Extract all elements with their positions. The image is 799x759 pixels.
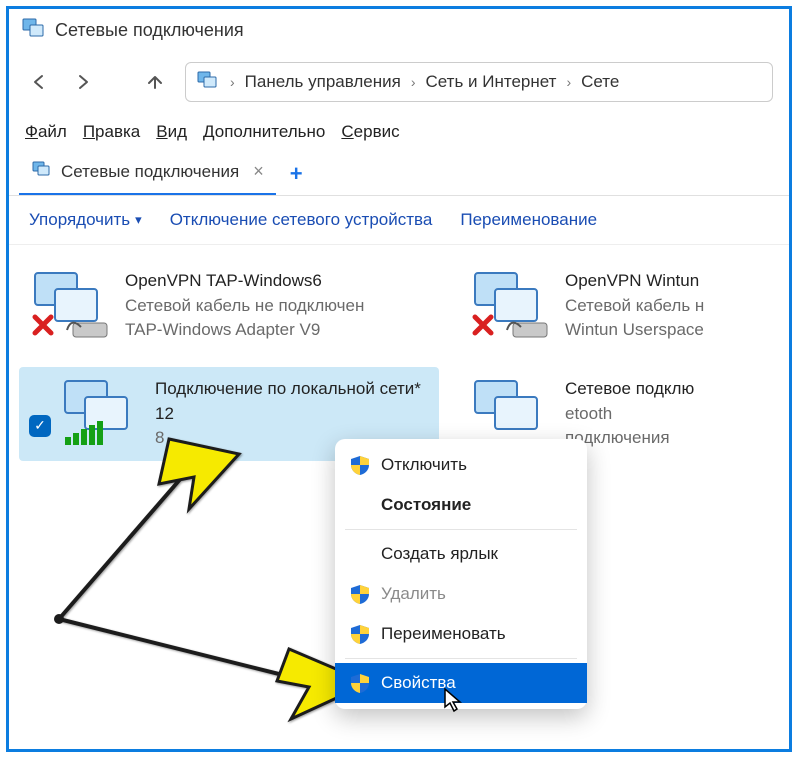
- ctx-item-label: Удалить: [381, 584, 446, 604]
- menu-bar: Файл Правка Вид Дополнительно Сервис: [9, 112, 789, 148]
- back-button[interactable]: [25, 68, 53, 96]
- navigation-row: › Панель управления › Сеть и Интернет › …: [9, 52, 789, 112]
- shield-icon: [349, 672, 371, 694]
- close-tab-button[interactable]: ×: [253, 161, 264, 182]
- connection-name: OpenVPN Wintun: [565, 269, 704, 294]
- ctx-create-shortcut[interactable]: Создать ярлык: [335, 534, 587, 574]
- ctx-status[interactable]: Состояние: [335, 485, 587, 525]
- separator: [345, 658, 577, 659]
- connection-status: Сетевой кабель н: [565, 294, 704, 319]
- tab-row: Сетевые подключения × +: [9, 148, 789, 196]
- toolbar: Упорядочить ▾ Отключение сетевого устрой…: [9, 196, 789, 245]
- menu-view[interactable]: Вид: [156, 122, 187, 142]
- connection-name: Сетевое подклю: [565, 377, 694, 402]
- up-button[interactable]: [141, 68, 169, 96]
- forward-button[interactable]: [69, 68, 97, 96]
- add-tab-button[interactable]: +: [280, 157, 313, 191]
- ctx-item-label: Состояние: [381, 495, 471, 515]
- network-adapter-icon: [469, 269, 555, 341]
- window-title: Сетевые подключения: [55, 20, 244, 41]
- breadcrumb-item[interactable]: Сеть и Интернет: [426, 72, 557, 92]
- ctx-disable[interactable]: Отключить: [335, 445, 587, 485]
- tab-label: Сетевые подключения: [61, 162, 239, 182]
- connection-status: Сетевой кабель не подключен: [125, 294, 364, 319]
- connection-name: OpenVPN TAP-Windows6: [125, 269, 364, 294]
- network-connections-icon: [21, 17, 47, 44]
- context-menu: Отключить Состояние Создать ярлык Удалит…: [335, 439, 587, 709]
- connection-card[interactable]: OpenVPN Wintun Сетевой кабель н Wintun U…: [459, 259, 739, 353]
- selection-checkbox[interactable]: ✓: [29, 415, 51, 437]
- connection-adapter: Wintun Userspace: [565, 318, 704, 343]
- disable-device-button[interactable]: Отключение сетевого устройства: [170, 210, 433, 230]
- menu-extra[interactable]: Дополнительно: [203, 122, 325, 142]
- network-connections-icon: [31, 160, 53, 183]
- ctx-item-label: Переименовать: [381, 624, 506, 644]
- titlebar: Сетевые подключения: [9, 9, 789, 52]
- network-connections-icon: [196, 70, 220, 95]
- shield-icon: [349, 623, 371, 645]
- breadcrumb-item[interactable]: Сете: [581, 72, 619, 92]
- chevron-right-icon: ›: [411, 74, 416, 90]
- separator: [345, 529, 577, 530]
- menu-file[interactable]: Файл: [25, 122, 67, 142]
- connection-name: Подключение по локальной сети* 12: [155, 377, 429, 426]
- ctx-delete[interactable]: Удалить: [335, 574, 587, 614]
- breadcrumb-item[interactable]: Панель управления: [245, 72, 401, 92]
- tab-network-connections[interactable]: Сетевые подключения ×: [19, 152, 276, 195]
- connection-status: etooth: [565, 402, 694, 427]
- chevron-right-icon: ›: [230, 74, 235, 90]
- ctx-item-label: Создать ярлык: [381, 544, 498, 564]
- network-adapter-icon: [59, 377, 145, 449]
- ctx-item-label: Отключить: [381, 455, 467, 475]
- rename-button[interactable]: Переименование: [460, 210, 597, 230]
- connection-adapter: TAP-Windows Adapter V9: [125, 318, 364, 343]
- network-adapter-icon: [29, 269, 115, 341]
- mouse-cursor-icon: [443, 687, 463, 718]
- ctx-rename[interactable]: Переименовать: [335, 614, 587, 654]
- menu-service[interactable]: Сервис: [341, 122, 399, 142]
- shield-icon: [349, 583, 371, 605]
- breadcrumb[interactable]: › Панель управления › Сеть и Интернет › …: [185, 62, 773, 102]
- shield-icon: [349, 454, 371, 476]
- menu-edit[interactable]: Правка: [83, 122, 140, 142]
- chevron-down-icon: ▾: [135, 212, 142, 228]
- connection-card[interactable]: OpenVPN TAP-Windows6 Сетевой кабель не п…: [19, 259, 439, 353]
- chevron-right-icon: ›: [566, 74, 571, 90]
- organize-dropdown[interactable]: Упорядочить ▾: [29, 210, 142, 230]
